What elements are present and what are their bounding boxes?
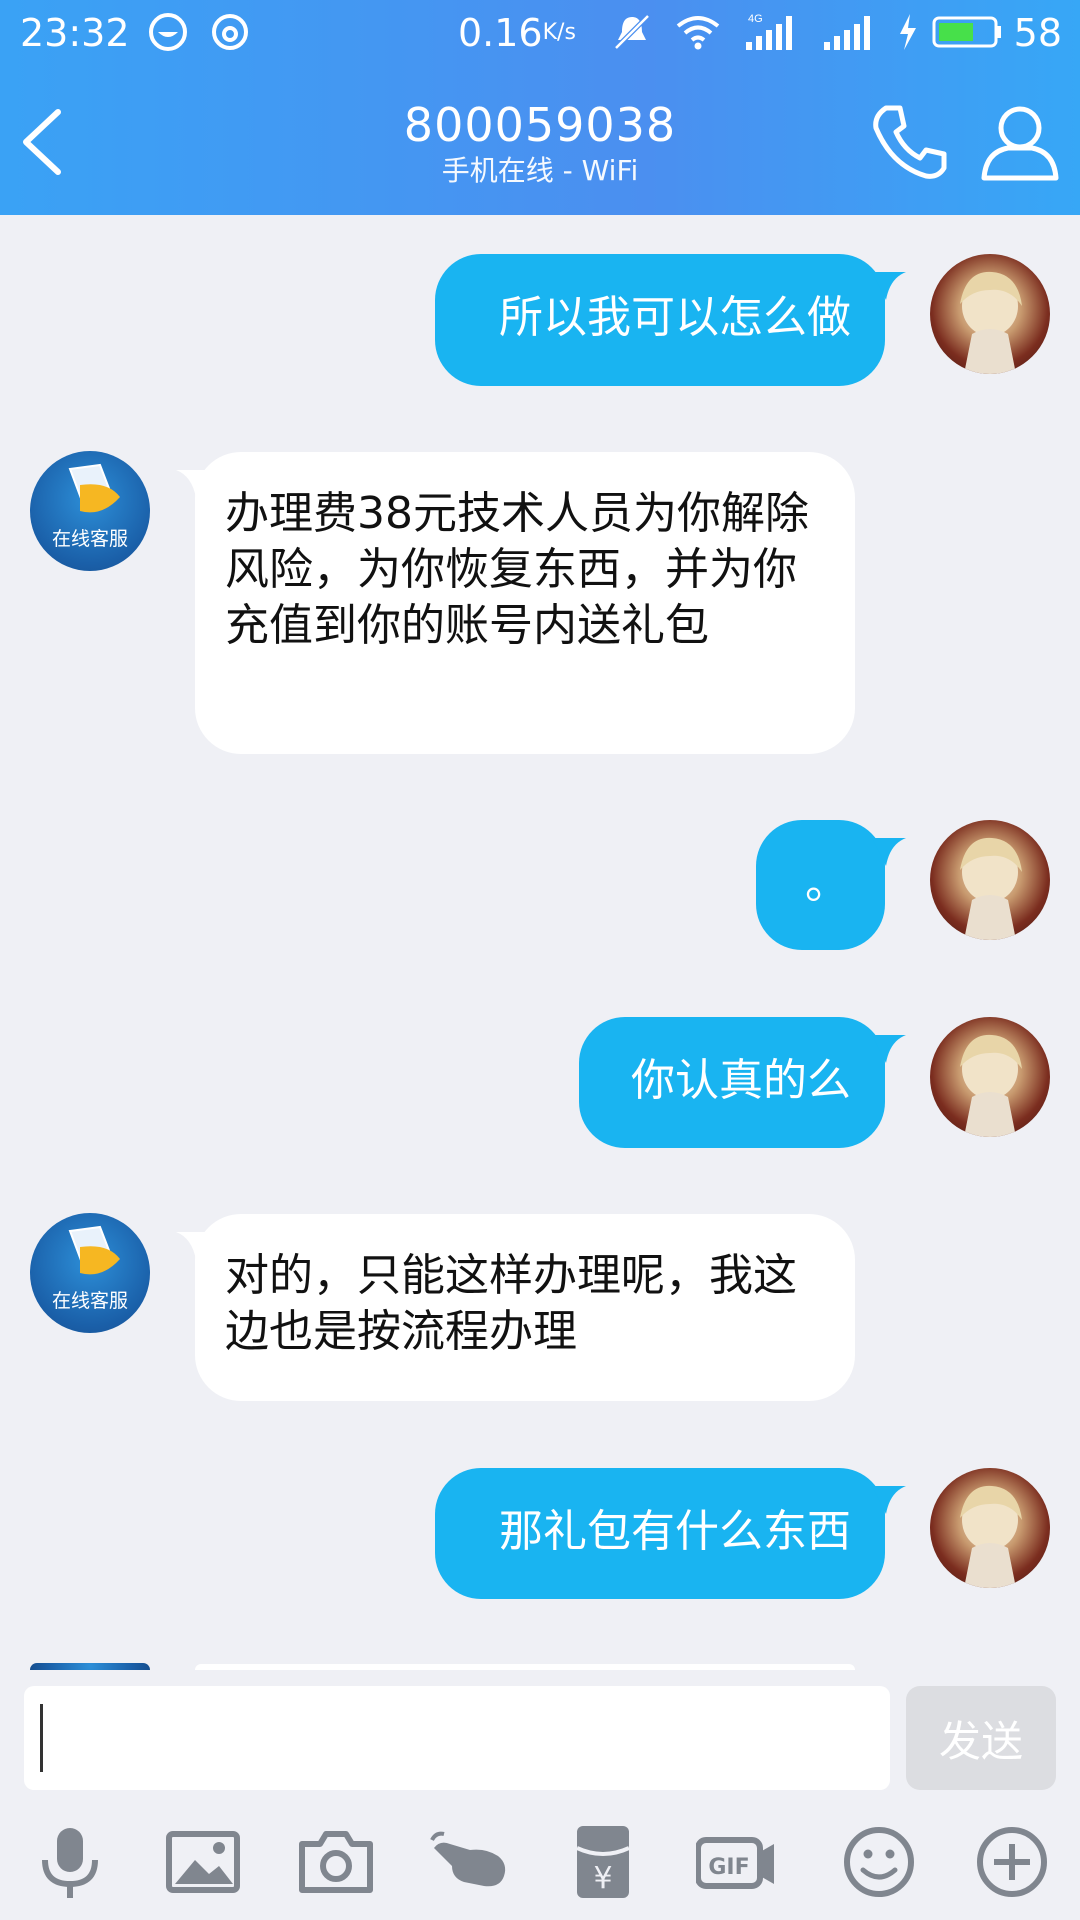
message-text: 那礼包有什么东西	[499, 1506, 851, 1557]
message-text: 。	[805, 858, 849, 909]
svg-text:在线客服: 在线客服	[52, 1290, 128, 1312]
svg-text:4G: 4G	[748, 13, 763, 25]
message-text: 所以我可以怎么做	[499, 292, 851, 343]
weibo-notification-icon	[212, 14, 248, 50]
wifi-icon	[676, 16, 720, 50]
avatar-image	[960, 1034, 1022, 1137]
my-avatar[interactable]	[930, 820, 1050, 940]
send-button[interactable]: 发送	[906, 1686, 1056, 1790]
my-avatar[interactable]	[930, 1017, 1050, 1137]
message-text: 对的，只能这样办理呢，我这边也是按流程办理	[225, 1250, 797, 1357]
bubble-tail	[872, 1486, 906, 1514]
message-input[interactable]	[24, 1686, 890, 1790]
phone-icon[interactable]	[868, 100, 952, 184]
agent-avatar[interactable]: 在线客服	[30, 1213, 150, 1333]
outgoing-message[interactable]: 你认真的么	[579, 1017, 885, 1148]
gif-icon[interactable]: GIF	[696, 1822, 776, 1902]
emoji-icon[interactable]	[839, 1822, 919, 1902]
signal-icon	[824, 16, 870, 50]
bubble-tail	[872, 272, 906, 300]
bubble-tail	[176, 470, 210, 498]
contact-profile-icon[interactable]	[978, 100, 1062, 184]
app-notification-icon	[149, 13, 187, 51]
text-caret	[40, 1704, 43, 1772]
poke-hand-icon[interactable]	[430, 1822, 510, 1902]
battery-icon	[932, 16, 1001, 48]
message-text: 你认真的么	[631, 1055, 851, 1106]
my-avatar[interactable]	[930, 254, 1050, 374]
signal-4g-icon: 4G	[746, 13, 792, 50]
mute-icon	[614, 14, 650, 50]
avatar-image	[960, 837, 1022, 940]
battery-level: 58	[1013, 11, 1062, 55]
bubble-tail	[872, 838, 906, 866]
customer-service-logo-icon: 在线客服	[52, 1225, 128, 1312]
svg-text:在线客服: 在线客服	[52, 528, 128, 550]
network-speed-unit: K/s	[542, 20, 576, 45]
image-icon[interactable]	[163, 1822, 243, 1902]
customer-service-logo-icon: 在线客服	[52, 463, 128, 550]
agent-avatar	[30, 1663, 150, 1670]
red-packet-icon[interactable]: ¥	[563, 1822, 643, 1902]
outgoing-message[interactable]: 所以我可以怎么做	[435, 254, 885, 386]
svg-text:¥: ¥	[593, 1861, 612, 1896]
network-speed: 0.16	[458, 11, 543, 55]
agent-avatar[interactable]: 在线客服	[30, 451, 150, 571]
microphone-icon[interactable]	[30, 1822, 110, 1902]
my-avatar[interactable]	[930, 1468, 1050, 1588]
bubble-tail	[176, 1232, 210, 1260]
status-time: 23:32	[20, 11, 130, 55]
avatar-image	[960, 1485, 1022, 1588]
bubble-tail	[872, 1035, 906, 1063]
input-bar: 发送 ¥ GIF	[0, 1670, 1080, 1920]
more-plus-icon[interactable]	[972, 1822, 1052, 1902]
status-bar: 23:32 0.16K/s 4G 58	[0, 0, 1080, 66]
incoming-message[interactable]: 对的，只能这样办理呢，我这边也是按流程办理	[195, 1214, 855, 1401]
camera-icon[interactable]	[296, 1822, 376, 1902]
incoming-message[interactable]: 办理费38元技术人员为你解除风险，为你恢复东西，并为你充值到你的账号内送礼包	[195, 452, 855, 754]
outgoing-message[interactable]: 。	[756, 820, 885, 950]
svg-text:GIF: GIF	[708, 1855, 749, 1880]
avatar-image	[960, 271, 1022, 374]
chat-header: 23:32 0.16K/s 4G 58 800059038 手机在线 - WiF…	[0, 0, 1080, 215]
charging-icon	[900, 14, 916, 50]
outgoing-message[interactable]: 那礼包有什么东西	[435, 1468, 885, 1599]
message-text: 办理费38元技术人员为你解除风险，为你恢复东西，并为你充值到你的账号内送礼包	[225, 488, 809, 651]
